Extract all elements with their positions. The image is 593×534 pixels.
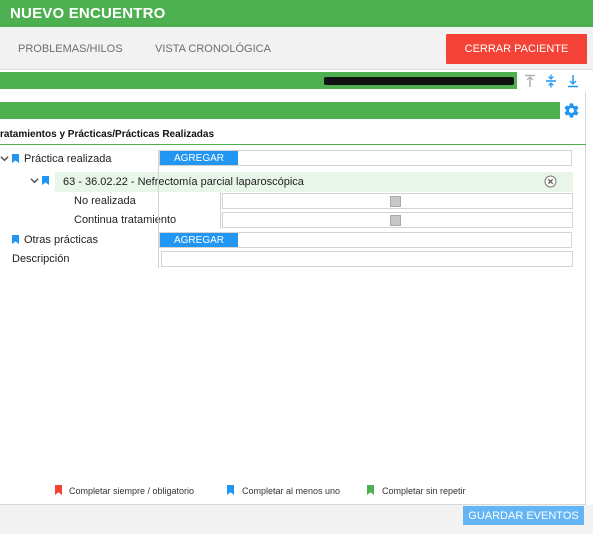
chevron-down-icon[interactable] — [0, 154, 10, 164]
column-divider — [220, 192, 221, 229]
bookmark-red-icon — [55, 485, 62, 495]
otras-practicas-field: AGREGAR — [159, 232, 572, 248]
save-events-button[interactable]: GUARDAR EVENTOS — [463, 506, 584, 525]
panel-header-bar — [0, 102, 560, 119]
column-divider — [158, 150, 159, 268]
descripcion-input[interactable] — [161, 251, 573, 267]
bookmark-icon — [12, 235, 19, 244]
legend-at-least-one: Completar al menos uno — [242, 486, 341, 496]
collapse-top-icon[interactable] — [521, 72, 539, 90]
continua-tratamiento-field — [222, 212, 573, 228]
practica-realizada-field: AGREGAR — [159, 150, 572, 166]
page-title: NUEVO ENCUENTRO — [10, 5, 166, 22]
practica-realizada-label: Práctica realizada — [24, 153, 112, 165]
no-realizada-field — [222, 193, 573, 209]
tab-bar: PROBLEMAS/HILOS VISTA CRONOLÓGICA CERRAR… — [0, 27, 593, 70]
gear-icon[interactable] — [563, 102, 580, 119]
no-realizada-label: No realizada — [74, 195, 136, 207]
breadcrumb-divider — [0, 144, 586, 145]
breadcrumb: ratamientos y Prácticas/Prácticas Realiz… — [0, 129, 215, 140]
chevron-down-icon[interactable] — [30, 176, 40, 186]
otras-practicas-label: Otras prácticas — [24, 234, 98, 246]
add-practica-button[interactable]: AGREGAR — [160, 151, 238, 165]
remove-icon[interactable] — [544, 175, 557, 188]
add-otras-practicas-button[interactable]: AGREGAR — [160, 233, 238, 247]
bookmark-icon — [42, 176, 49, 185]
download-icon[interactable] — [564, 72, 582, 90]
continua-tratamiento-checkbox[interactable] — [390, 215, 401, 226]
redacted-patient-info — [324, 77, 514, 85]
bookmark-blue-icon — [227, 485, 234, 495]
procedure-label: 63 - 36.02.22 - Nefrectomía parcial lapa… — [63, 176, 304, 188]
expand-collapse-icon[interactable] — [542, 72, 560, 90]
legend-no-repeat: Completar sin repetir — [382, 486, 466, 496]
tab-problemas-hilos[interactable]: PROBLEMAS/HILOS — [18, 43, 123, 55]
descripcion-label: Descripción — [12, 253, 70, 265]
bookmark-green-icon — [367, 485, 374, 495]
procedure-row[interactable]: 63 - 36.02.22 - Nefrectomía parcial lapa… — [55, 172, 573, 192]
no-realizada-checkbox[interactable] — [390, 196, 401, 207]
legend-mandatory: Completar siempre / obligatorio — [69, 486, 195, 496]
form-panel: ratamientos y Prácticas/Prácticas Realiz… — [0, 92, 586, 505]
continua-tratamiento-label: Continua tratamiento — [74, 214, 177, 226]
tab-vista-cronologica[interactable]: VISTA CRONOLÓGICA — [155, 43, 271, 55]
close-patient-button[interactable]: CERRAR PACIENTE — [446, 34, 587, 64]
bookmark-icon — [12, 154, 19, 163]
app-header: NUEVO ENCUENTRO — [0, 0, 593, 27]
